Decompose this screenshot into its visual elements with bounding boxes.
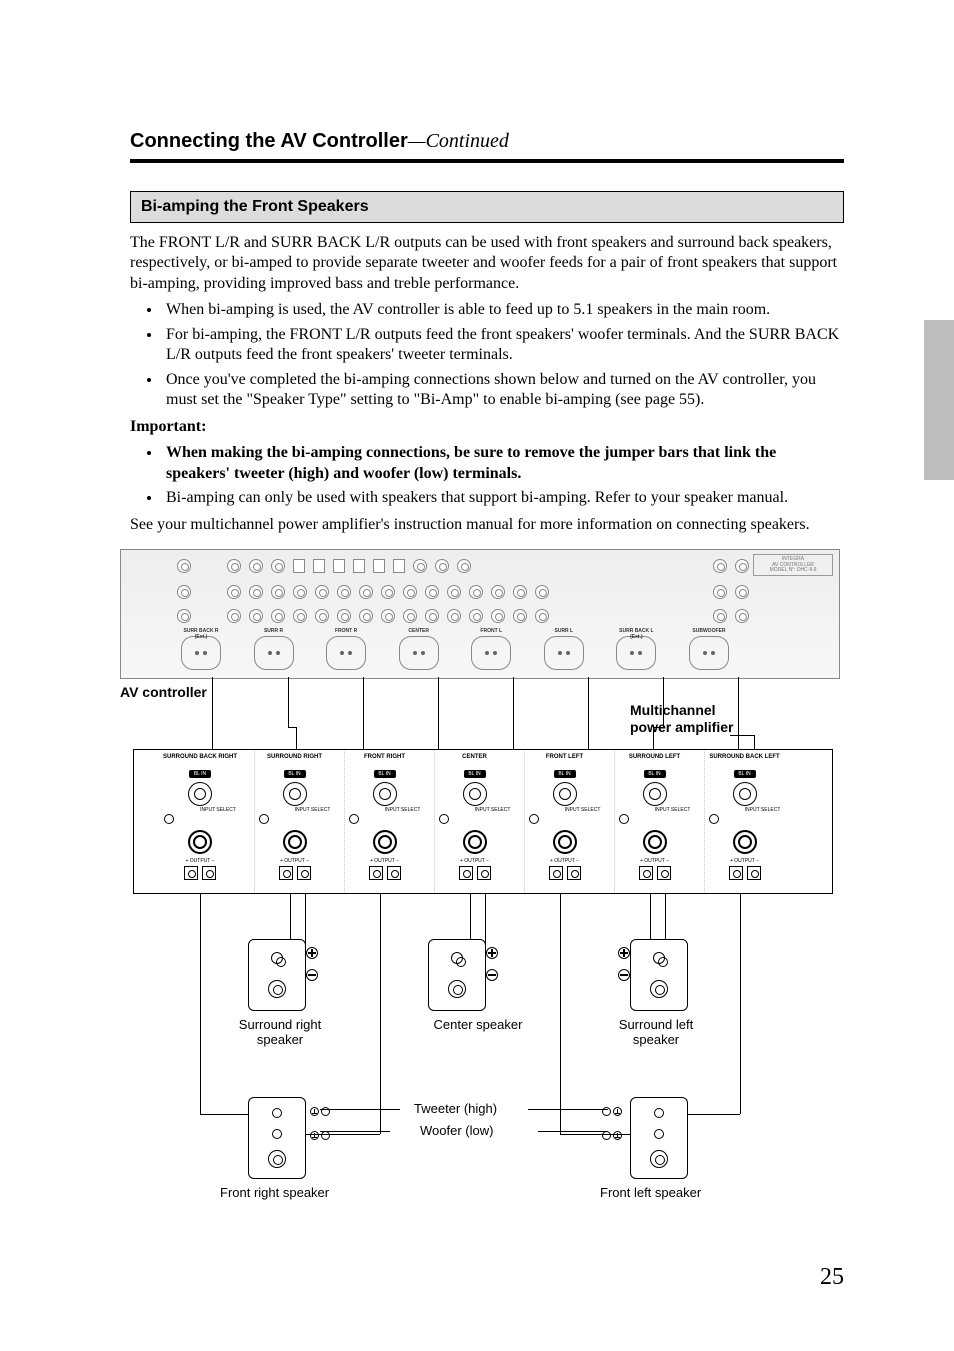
front-left-speaker bbox=[630, 1097, 688, 1179]
wiring-diagram: INTEGRA AV CONTROLLER MODEL N°: DHC-9.9 bbox=[130, 549, 850, 1209]
model-plate: INTEGRA AV CONTROLLER MODEL N°: DHC-9.9 bbox=[753, 554, 833, 576]
wire bbox=[212, 677, 213, 755]
wire bbox=[363, 677, 364, 755]
intro-paragraph: The FRONT L/R and SURR BACK L/R outputs … bbox=[130, 233, 844, 294]
front-left-label: Front left speaker bbox=[600, 1185, 701, 1200]
av-controller-panel: INTEGRA AV CONTROLLER MODEL N°: DHC-9.9 bbox=[120, 549, 840, 679]
amp-channel: SURROUND RIGHTBL IN INPUT SELECT + OUTPU… bbox=[254, 750, 334, 893]
amp-channel: CENTERBL IN INPUT SELECT + OUTPUT − bbox=[434, 750, 514, 893]
av-controller-label: AV controller bbox=[120, 684, 207, 700]
header-continued: —Continued bbox=[408, 130, 509, 152]
wire bbox=[288, 677, 289, 727]
list-item: When making the bi-amping connections, b… bbox=[162, 443, 844, 484]
front-right-speaker bbox=[248, 1097, 306, 1179]
list-item: For bi-amping, the FRONT L/R outputs fee… bbox=[162, 325, 844, 366]
important-label: Important: bbox=[130, 417, 844, 437]
amp-channel: FRONT LEFTBL IN INPUT SELECT + OUTPUT − bbox=[524, 750, 604, 893]
amp-channel: SURROUND BACK RIGHT BL IN INPUT SELECT +… bbox=[160, 750, 240, 893]
knob-icon bbox=[188, 830, 212, 854]
bullet-list-2: When making the bi-amping connections, b… bbox=[162, 443, 844, 508]
wire bbox=[288, 727, 296, 728]
list-item: When bi-amping is used, the AV controlle… bbox=[162, 300, 844, 320]
selector-icon bbox=[164, 814, 174, 824]
surround-left-label: Surround leftspeaker bbox=[606, 1017, 706, 1047]
amp-channel: SURROUND BACK LEFTBL IN INPUT SELECT + O… bbox=[704, 750, 784, 893]
tweeter-label: Tweeter (high) bbox=[414, 1101, 497, 1116]
center-label: Center speaker bbox=[418, 1017, 538, 1032]
power-amplifier: SURROUND BACK RIGHT BL IN INPUT SELECT +… bbox=[133, 749, 833, 894]
rca-input-icon bbox=[188, 782, 212, 806]
closing-paragraph: See your multichannel power amplifier's … bbox=[130, 515, 844, 535]
list-item: Once you've completed the bi-amping conn… bbox=[162, 370, 844, 411]
header-title: Connecting the AV Controller bbox=[130, 130, 408, 152]
surround-left-speaker bbox=[630, 939, 688, 1011]
preout-row: SURR BACK R(Ext.) SURR R FRONT R CENTER … bbox=[181, 636, 729, 672]
amp-channel: FRONT RIGHTBL IN INPUT SELECT + OUTPUT − bbox=[344, 750, 424, 893]
surround-right-label: Surround rightspeaker bbox=[230, 1017, 330, 1047]
page-header: Connecting the AV Controller—Continued bbox=[130, 130, 844, 163]
bullet-list-1: When bi-amping is used, the AV controlle… bbox=[162, 300, 844, 410]
wire bbox=[588, 677, 589, 755]
section-heading: Bi-amping the Front Speakers bbox=[130, 191, 844, 223]
wire bbox=[738, 677, 739, 755]
center-speaker bbox=[428, 939, 486, 1011]
amp-channel: SURROUND LEFTBL IN INPUT SELECT + OUTPUT… bbox=[614, 750, 694, 893]
page-number: 25 bbox=[820, 1264, 844, 1291]
woofer-label: Woofer (low) bbox=[420, 1123, 493, 1138]
list-item: Bi-amping can only be used with speakers… bbox=[162, 488, 844, 508]
page-section-tab bbox=[924, 320, 954, 480]
front-right-label: Front right speaker bbox=[220, 1185, 329, 1200]
surround-right-speaker bbox=[248, 939, 306, 1011]
wire bbox=[438, 677, 439, 755]
wire bbox=[513, 677, 514, 755]
amp-label: Multichannelpower amplifier bbox=[630, 702, 733, 736]
